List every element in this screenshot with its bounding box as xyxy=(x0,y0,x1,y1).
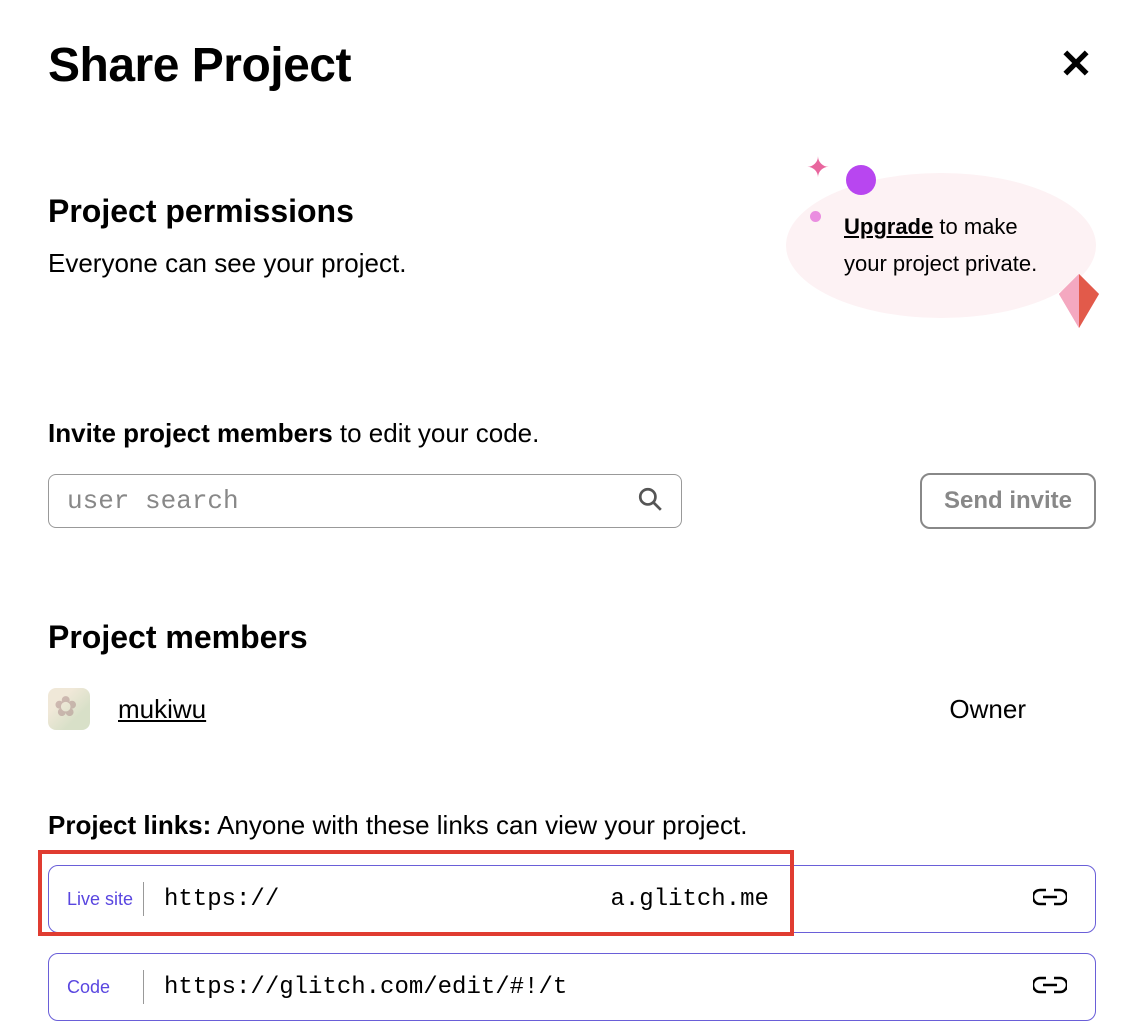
members-heading: Project members xyxy=(48,619,1096,656)
member-role: Owner xyxy=(949,694,1026,725)
dot-icon xyxy=(810,211,821,222)
search-icon xyxy=(637,486,663,517)
copy-link-icon[interactable] xyxy=(1029,882,1071,917)
upgrade-link[interactable]: Upgrade xyxy=(844,214,933,239)
page-title: Share Project xyxy=(48,38,351,93)
avatar[interactable] xyxy=(48,688,90,730)
user-search-input[interactable] xyxy=(67,486,637,516)
code-link-box[interactable]: Code https://glitch.com/edit/#!/t xyxy=(48,953,1096,1021)
permissions-heading: Project permissions xyxy=(48,193,786,230)
sparkle-icon xyxy=(806,155,830,179)
live-site-link-box[interactable]: Live site https:// a.glitch.me xyxy=(48,865,1096,933)
links-heading: Project links: Anyone with these links c… xyxy=(48,810,1096,841)
invite-heading: Invite project members to edit your code… xyxy=(48,418,1096,449)
close-icon[interactable] xyxy=(1056,43,1096,88)
upgrade-banner: Upgrade to make your project private. xyxy=(786,173,1096,318)
permissions-description: Everyone can see your project. xyxy=(48,248,786,279)
member-row: mukiwu Owner xyxy=(48,688,1096,730)
dot-icon xyxy=(846,165,876,195)
member-name-link[interactable]: mukiwu xyxy=(118,694,206,725)
send-invite-button[interactable]: Send invite xyxy=(920,473,1096,529)
link-label: Code xyxy=(67,977,135,998)
copy-link-icon[interactable] xyxy=(1029,970,1071,1005)
code-url: https://glitch.com/edit/#!/t xyxy=(164,974,1029,1001)
diamond-icon xyxy=(1058,274,1100,328)
user-search-box[interactable] xyxy=(48,474,682,528)
link-label: Live site xyxy=(67,889,135,910)
live-site-url: https:// a.glitch.me xyxy=(164,886,1029,913)
